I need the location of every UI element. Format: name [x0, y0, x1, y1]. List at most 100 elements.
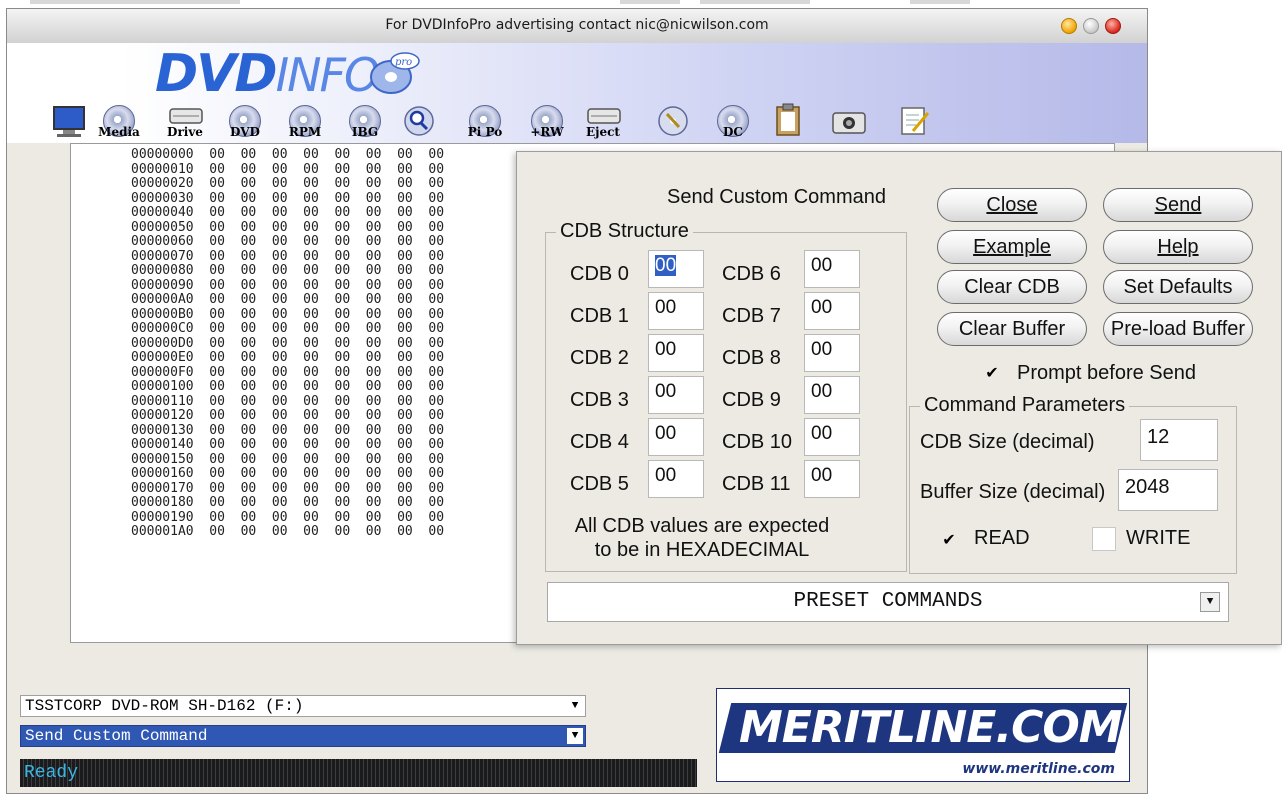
magnifier-icon	[404, 106, 434, 136]
buffer-size-input[interactable]: 2048	[1118, 469, 1218, 511]
send-button-label: Send	[1154, 194, 1202, 216]
logo-badge: pro	[395, 57, 412, 68]
hex-row: 00000180 00 00 00 00 00 00 00 00	[131, 495, 445, 510]
cdb-9-input[interactable]: 00	[804, 376, 860, 414]
cdb-0-input[interactable]: 00	[648, 250, 704, 288]
header-banner: DVDINFO pro Media Drive DVD RPM IBG Pi P…	[7, 43, 1147, 143]
toolbar-notepad-button[interactable]	[891, 103, 939, 143]
toolbar-pipo-button[interactable]: Pi Po	[461, 103, 509, 143]
zoom-button[interactable]	[1083, 18, 1099, 34]
ad-brand: MERITLINE.COM	[739, 702, 1123, 753]
minimize-button[interactable]	[1061, 18, 1077, 34]
preset-commands-select[interactable]: PRESET COMMANDS ▼	[547, 582, 1229, 622]
camera-icon	[832, 112, 866, 134]
toolbar-monitor-button[interactable]	[45, 103, 93, 143]
preload-buffer-button-label: Pre-load Buffer	[1110, 318, 1246, 340]
hex-row: 00000190 00 00 00 00 00 00 00 00	[131, 509, 445, 525]
meritline-ad[interactable]: MERITLINE.COM www.meritline.com	[716, 688, 1130, 782]
toolbar-clipboard-button[interactable]	[763, 103, 811, 143]
hex-note: All CDB values are expected to be in HEX…	[537, 514, 867, 562]
cdb-0-value: 00	[655, 255, 677, 276]
cdb-label: CDB 5	[570, 473, 629, 495]
toolbar-dvd-button[interactable]: DVD	[221, 103, 269, 143]
close-button-label: Close	[986, 194, 1038, 216]
cdb-size-input[interactable]: 12	[1140, 419, 1218, 461]
close-window-button[interactable]	[1105, 18, 1121, 34]
toolbar-label: Eject	[586, 125, 620, 139]
toolbar-disc-tool-button[interactable]	[649, 103, 697, 143]
toolbar-label: Media	[98, 125, 140, 139]
prompt-before-send-label: Prompt before Send	[1017, 362, 1196, 384]
cdb-8-input[interactable]: 00	[804, 334, 860, 372]
toolbar-rw-button[interactable]: +RW	[523, 103, 571, 143]
function-select[interactable]: Send Custom Command ▼	[20, 725, 586, 747]
drive-select-value: TSSTCORP DVD-ROM SH-D162 (F:)	[25, 697, 304, 715]
hex-row: 00000170 00 00 00 00 00 00 00 00	[131, 480, 445, 496]
chevron-down-icon[interactable]: ▼	[1200, 592, 1220, 612]
clear-buffer-button-label: Clear Buffer	[958, 318, 1066, 340]
toolbar-media-button[interactable]: Media	[95, 103, 143, 143]
ad-url: www.meritline.com	[962, 761, 1115, 777]
clear-cdb-button[interactable]: Clear CDB	[937, 270, 1087, 304]
hex-row: 00000070 00 00 00 00 00 00 00 00	[131, 248, 445, 264]
set-defaults-button-label: Set Defaults	[1123, 276, 1233, 298]
hex-row: 000000A0 00 00 00 00 00 00 00 00	[131, 292, 445, 307]
hex-row: 00000130 00 00 00 00 00 00 00 00	[131, 422, 445, 438]
hex-row: 00000000 00 00 00 00 00 00 00 00	[131, 147, 445, 162]
hex-row: 00000040 00 00 00 00 00 00 00 00	[131, 205, 445, 220]
background-text	[620, 0, 680, 4]
title-bar[interactable]: For DVDInfoPro advertising contact nic@n…	[7, 9, 1147, 44]
hex-row: 000000C0 00 00 00 00 00 00 00 00	[131, 321, 445, 336]
cdb-3-input[interactable]: 00	[648, 376, 704, 414]
logo-info-text: INFO	[275, 48, 381, 102]
prompt-before-send-checkbox[interactable]: ✔	[983, 364, 1001, 382]
cdb-5-input[interactable]: 00	[648, 460, 704, 498]
cdb-1-input[interactable]: 00	[648, 292, 704, 330]
send-button[interactable]: Send	[1103, 188, 1253, 222]
toolbar-label: IBG	[351, 125, 379, 139]
cdb-label: CDB 2	[570, 347, 629, 369]
read-checkbox[interactable]: ✔	[940, 531, 958, 549]
hex-row: 00000110 00 00 00 00 00 00 00 00	[131, 393, 445, 409]
status-bar: Ready	[20, 759, 697, 787]
close-button[interactable]: Close	[937, 188, 1087, 222]
chevron-down-icon[interactable]: ▼	[567, 728, 583, 744]
toolbar-label: DC	[723, 125, 743, 139]
background-text	[700, 0, 810, 4]
clipboard-icon	[776, 103, 800, 136]
hex-row: 00000050 00 00 00 00 00 00 00 00	[131, 219, 445, 235]
clear-buffer-button[interactable]: Clear Buffer	[937, 312, 1087, 346]
toolbar-drive-button[interactable]: Drive	[161, 103, 209, 143]
write-checkbox[interactable]	[1092, 527, 1116, 551]
clear-cdb-button-label: Clear CDB	[964, 276, 1060, 298]
hex-row: 00000080 00 00 00 00 00 00 00 00	[131, 263, 445, 278]
background-window-strip	[0, 0, 1282, 8]
toolbar-ibg-button[interactable]: IBG	[341, 103, 389, 143]
chevron-down-icon[interactable]: ▼	[567, 698, 583, 714]
dvdinfo-logo: DVDINFO	[155, 45, 381, 104]
toolbar-search-button[interactable]	[395, 103, 443, 143]
cdb-6-input[interactable]: 00	[804, 250, 860, 288]
toolbar-label: +RW	[530, 125, 564, 139]
hex-row: 00000060 00 00 00 00 00 00 00 00	[131, 234, 445, 249]
hex-dump-text: 00000000 00 00 00 00 00 00 00 00 00000010…	[131, 147, 445, 540]
hex-row: 000001A0 00 00 00 00 00 00 00 00	[131, 524, 445, 539]
cdb-10-input[interactable]: 00	[804, 418, 860, 456]
preload-buffer-button[interactable]: Pre-load Buffer	[1103, 312, 1253, 346]
help-button[interactable]: Help	[1103, 230, 1253, 264]
cdb-7-input[interactable]: 00	[804, 292, 860, 330]
toolbar-rpm-button[interactable]: RPM	[281, 103, 329, 143]
cdb-2-input[interactable]: 00	[648, 334, 704, 372]
status-text: Ready	[24, 763, 79, 783]
set-defaults-button[interactable]: Set Defaults	[1103, 270, 1253, 304]
example-button[interactable]: Example	[937, 230, 1087, 264]
drive-select[interactable]: TSSTCORP DVD-ROM SH-D162 (F:) ▼	[20, 695, 586, 717]
hex-row: 00000160 00 00 00 00 00 00 00 00	[131, 466, 445, 481]
cdb-4-input[interactable]: 00	[648, 418, 704, 456]
toolbar-camera-button[interactable]	[825, 103, 873, 143]
toolbar-dc-button[interactable]: DC	[709, 103, 757, 143]
cdb-label: CDB 3	[570, 389, 629, 411]
note-line-2: to be in HEXADECIMAL	[594, 539, 810, 561]
toolbar-eject-button[interactable]: Eject	[579, 103, 627, 143]
cdb-11-input[interactable]: 00	[804, 460, 860, 498]
